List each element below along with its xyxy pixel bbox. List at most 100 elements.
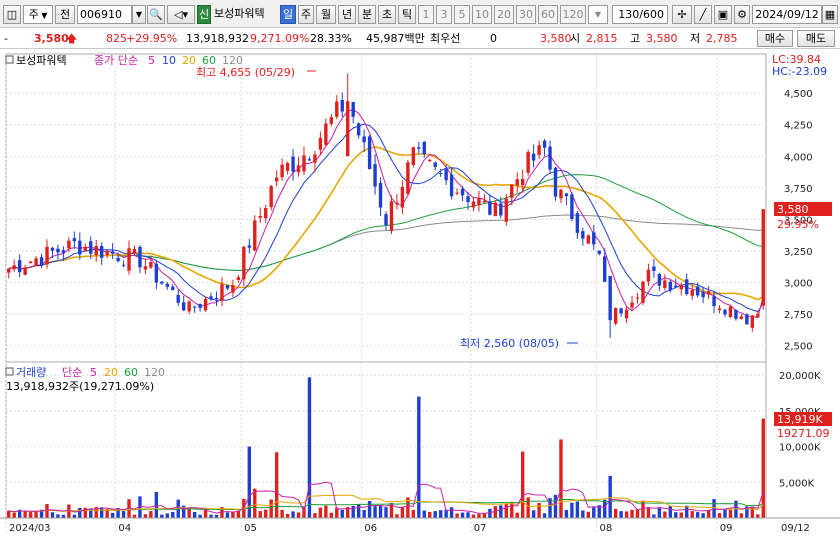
- candle-body: [280, 164, 284, 178]
- volume-bar: [570, 502, 574, 518]
- range-input[interactable]: 130/600: [612, 5, 668, 24]
- gear-icon[interactable]: ⚙: [734, 5, 750, 24]
- volume-bar: [253, 488, 257, 518]
- volume-bar: [679, 512, 683, 518]
- candle-body: [313, 154, 317, 163]
- candle-body: [214, 297, 219, 300]
- count-120[interactable]: 120: [560, 5, 586, 24]
- candle-body: [127, 248, 131, 271]
- volume-bar: [110, 512, 115, 518]
- candle-body: [515, 179, 519, 186]
- candle-body: [449, 174, 454, 197]
- price-tick-label: 4,250: [784, 121, 813, 132]
- period-month[interactable]: 월: [316, 5, 336, 24]
- volume-bar: [575, 501, 580, 518]
- sell-button[interactable]: 매도: [797, 30, 835, 47]
- volume-bar: [280, 509, 284, 518]
- search-icon[interactable]: 🔍: [147, 5, 165, 24]
- open-label: 시: [570, 32, 581, 45]
- volume-bar: [619, 511, 623, 518]
- stock-code-input[interactable]: 006910: [77, 5, 132, 24]
- candle-body: [526, 151, 530, 173]
- volume-bar: [630, 509, 634, 518]
- volume-bar: [756, 514, 760, 518]
- stock-chart[interactable]: 2,5002,7503,0003,2503,5003,7504,0004,250…: [0, 50, 840, 541]
- price-tick-label: 4,000: [784, 152, 813, 163]
- candle-body: [761, 209, 765, 306]
- volume-bar: [471, 514, 476, 518]
- candle-body: [728, 306, 733, 317]
- period-year[interactable]: 년: [338, 5, 356, 24]
- volume-bar: [291, 511, 295, 518]
- market-all-button[interactable]: 전: [55, 5, 75, 24]
- count-10[interactable]: 10: [472, 5, 492, 24]
- volume-bar: [750, 506, 755, 518]
- volume-bar: [384, 507, 388, 518]
- draw-tool-icon[interactable]: ╱: [694, 5, 712, 24]
- count-5[interactable]: 5: [454, 5, 470, 24]
- candle-body: [264, 208, 268, 219]
- candle-body: [504, 198, 508, 222]
- last-price-pct: 29.95%: [777, 218, 819, 231]
- volume-bar: [712, 499, 716, 518]
- period-tick[interactable]: 틱: [398, 5, 416, 24]
- date-tick-label: 09: [720, 523, 733, 534]
- candle-body: [12, 265, 16, 270]
- candle-body: [247, 245, 252, 248]
- volume-bar: [685, 505, 689, 518]
- volume-bar: [646, 507, 651, 518]
- candle-body: [307, 159, 312, 161]
- candle-body: [701, 292, 705, 298]
- volume-legend-box-icon: [5, 367, 14, 376]
- period-minute[interactable]: 분: [358, 5, 376, 24]
- date-input[interactable]: 2024/09/12: [752, 5, 822, 24]
- count-3[interactable]: 3: [436, 5, 452, 24]
- legend-ma5: 5: [148, 54, 155, 67]
- date-tick-label: 08: [600, 523, 613, 534]
- candle-body: [83, 247, 87, 251]
- volume-tag-pct: 19271.09: [777, 427, 830, 440]
- candle-body: [657, 274, 662, 286]
- candle-body: [668, 281, 673, 291]
- count-30[interactable]: 30: [516, 5, 536, 24]
- period-day[interactable]: 일: [280, 5, 296, 24]
- speaker-icon[interactable]: ◁▾: [167, 5, 195, 24]
- buy-button[interactable]: 매수: [757, 30, 793, 47]
- priority-label: 최우선: [430, 32, 461, 45]
- candle-body: [400, 186, 405, 208]
- volume-bar: [460, 512, 465, 518]
- volume-ratio: 9,271.09%: [250, 32, 310, 45]
- period-week[interactable]: 주: [298, 5, 314, 24]
- count-dropdown-icon[interactable]: ▼: [588, 5, 608, 24]
- candle-body: [242, 246, 246, 280]
- volume-bar: [613, 508, 618, 518]
- code-dropdown-icon[interactable]: ▼: [132, 5, 146, 24]
- calendar-icon[interactable]: ▦: [822, 5, 838, 24]
- candle-body: [346, 101, 350, 157]
- volume-tick-label: 20,000K: [779, 371, 821, 382]
- date-tick-label: 2024/03: [9, 523, 51, 534]
- candle-body: [209, 296, 213, 300]
- period-second[interactable]: 초: [378, 5, 396, 24]
- crosshair-icon[interactable]: ✢: [672, 5, 692, 24]
- volume-summary: 13,918,932주(19,271.09%): [6, 380, 154, 393]
- current-price: 3,580: [34, 32, 69, 45]
- candle-body: [143, 266, 148, 270]
- save-icon[interactable]: ▣: [714, 5, 732, 24]
- candle-body: [94, 246, 98, 256]
- candle-body: [455, 192, 459, 194]
- count-1[interactable]: 1: [418, 5, 434, 24]
- count-20[interactable]: 20: [494, 5, 514, 24]
- market-select[interactable]: 주 ▼: [23, 5, 53, 24]
- candle-body: [236, 277, 241, 280]
- candle-body: [203, 298, 208, 311]
- candle-body: [132, 248, 137, 255]
- window-menu-icon[interactable]: ◫: [3, 5, 21, 24]
- candle-body: [39, 257, 44, 266]
- volume-bar: [400, 506, 405, 518]
- volume-bar: [488, 508, 492, 518]
- volume-bar: [45, 503, 49, 518]
- count-60[interactable]: 60: [538, 5, 558, 24]
- volume-bar: [7, 510, 11, 518]
- candle-body: [395, 202, 399, 204]
